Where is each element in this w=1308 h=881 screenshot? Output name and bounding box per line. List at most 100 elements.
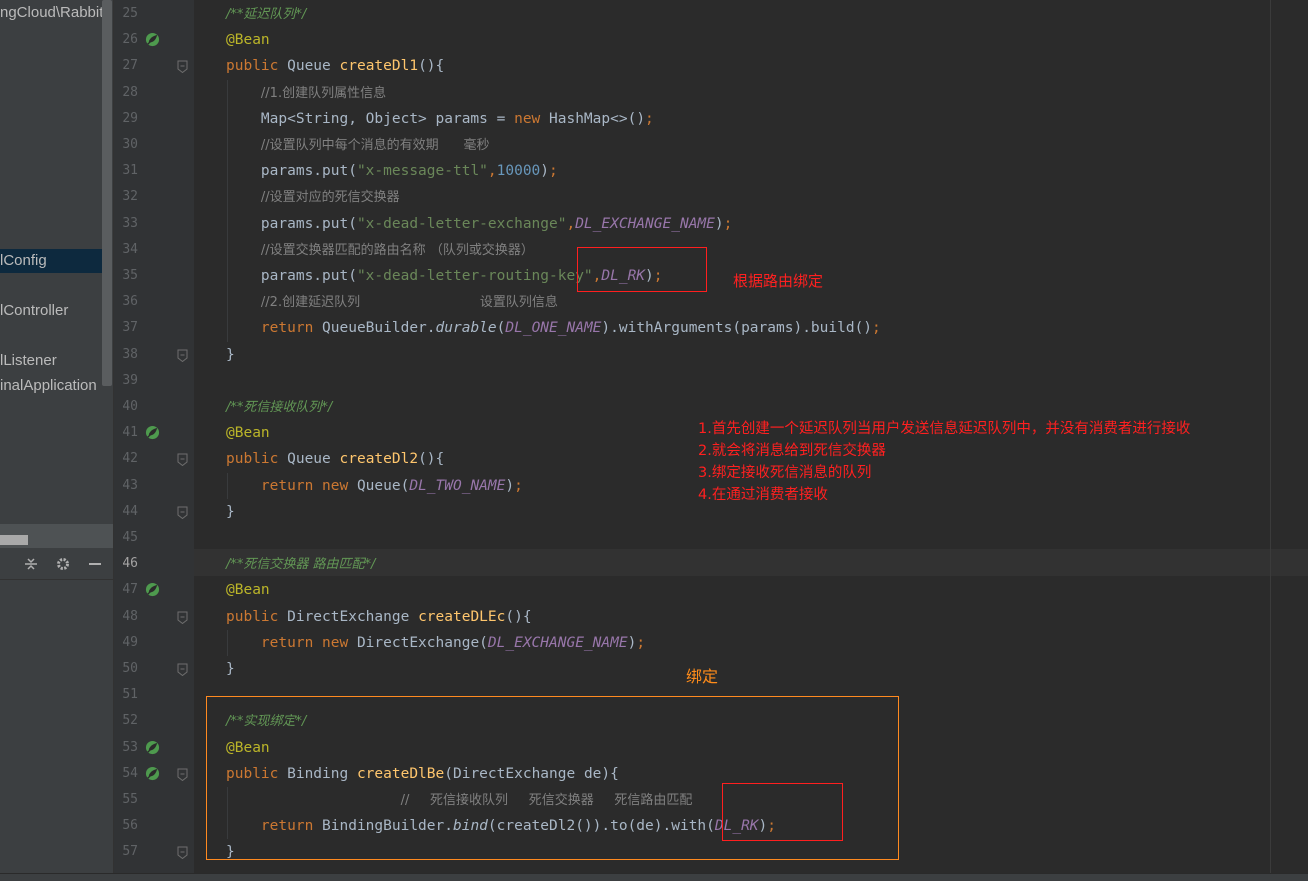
project-item-listener[interactable]: lListener (0, 349, 57, 373)
code-token: } (226, 503, 235, 520)
gutter-row[interactable]: 51 (114, 682, 194, 708)
code-line[interactable]: return new DirectExchange(DL_EXCHANGE_NA… (226, 630, 645, 656)
code-line[interactable]: //设置对应的死信交换器 (226, 184, 400, 210)
gutter-row[interactable]: 42 (114, 446, 194, 472)
gutter-row[interactable]: 45 (114, 525, 194, 551)
code-token: QueueBuilder. (322, 320, 436, 337)
gutter-row[interactable]: 56 (114, 813, 194, 839)
code-line[interactable]: //1.创建队列属性信息 (226, 80, 386, 106)
code-token: params.put( (226, 215, 357, 232)
code-line[interactable]: } (226, 656, 235, 682)
fold-marker-icon[interactable] (177, 60, 188, 74)
spring-bean-icon[interactable] (145, 740, 160, 755)
code-line[interactable]: public Queue createDl2(){ (226, 446, 444, 472)
minimize-icon[interactable] (84, 553, 106, 575)
gutter-row[interactable]: 38 (114, 342, 194, 368)
code-line[interactable]: params.put("x-dead-letter-exchange",DL_E… (226, 211, 732, 237)
code-line[interactable]: /**延迟队列*/ (226, 1, 306, 27)
gutter-row[interactable]: 50 (114, 656, 194, 682)
gutter-row[interactable]: 33 (114, 211, 194, 237)
binding-routing-key-box (722, 783, 843, 841)
code-line[interactable]: } (226, 499, 235, 525)
editor-gutter[interactable]: 25 26 27 28 29 30 31 32 33 34 35 36 37 38 39 40 41 42 43 44… (114, 0, 194, 873)
fold-marker-icon[interactable] (177, 611, 188, 624)
line-number: 31 (122, 163, 138, 179)
code-line[interactable]: //设置队列中每个消息的有效期 毫秒 (226, 132, 490, 158)
gutter-row[interactable]: 52 (114, 708, 194, 734)
code-token: params.put( (226, 163, 357, 180)
code-line[interactable]: params.put("x-message-ttl",10000); (226, 158, 558, 184)
gutter-row[interactable]: 43 (114, 473, 194, 499)
code-line[interactable]: public DirectExchange createDLEc(){ (226, 604, 532, 630)
code-line[interactable]: //2.创建延迟队列 设置队列信息 (226, 289, 558, 315)
code-line[interactable]: @Bean (226, 27, 270, 53)
code-line[interactable]: public Queue createDl1(){ (226, 53, 444, 79)
gutter-row[interactable]: 36 (114, 289, 194, 315)
line-number: 33 (122, 215, 138, 231)
code-line[interactable]: return new Queue(DL_TWO_NAME); (226, 473, 523, 499)
gutter-row[interactable]: 39 (114, 368, 194, 394)
project-horizontal-scrollbar[interactable] (0, 535, 28, 545)
gutter-row[interactable]: 35 (114, 263, 194, 289)
gutter-row[interactable]: 26 (114, 27, 194, 53)
code-token: 10000 (496, 163, 541, 180)
gutter-row[interactable]: 25 (114, 1, 194, 27)
project-item-root[interactable]: ngCloud\Rabbit (0, 1, 103, 25)
gutter-row[interactable]: 47 (114, 577, 194, 603)
gutter-row[interactable]: 32 (114, 184, 194, 210)
project-scrollbar[interactable] (102, 0, 112, 386)
code-line[interactable]: return QueueBuilder.durable(DL_ONE_NAME)… (226, 315, 881, 341)
code-line[interactable]: @Bean (226, 577, 270, 603)
fold-marker-icon[interactable] (177, 846, 188, 860)
gutter-row[interactable]: 54 (114, 761, 194, 787)
collapse-all-icon[interactable] (20, 553, 42, 575)
gutter-row[interactable]: 37 (114, 315, 194, 341)
code-line[interactable]: /**死信交换器 路由匹配*/ (226, 551, 375, 577)
gutter-row[interactable]: 30 (114, 132, 194, 158)
spring-bean-icon[interactable] (145, 32, 160, 47)
gutter-row[interactable]: 40 (114, 394, 194, 420)
spring-bean-icon[interactable] (145, 766, 160, 781)
fold-marker-icon[interactable] (177, 768, 188, 781)
code-line[interactable]: @Bean (226, 420, 270, 446)
gutter-row[interactable]: 55 (114, 787, 194, 813)
gutter-row[interactable]: 57 (114, 839, 194, 865)
line-number: 52 (122, 713, 138, 729)
line-number: 56 (122, 818, 138, 834)
spring-bean-icon[interactable] (145, 425, 160, 440)
project-item-controller[interactable]: lController (0, 299, 68, 323)
right-margin-guide (1270, 0, 1271, 873)
line-number: 47 (122, 582, 138, 598)
line-number: 29 (122, 110, 138, 126)
code-line[interactable]: Map<String, Object> params = new HashMap… (226, 106, 654, 132)
fold-marker-icon[interactable] (177, 506, 188, 519)
code-line[interactable]: } (226, 342, 235, 368)
code-line[interactable]: /**死信接收队列*/ (226, 394, 332, 420)
gutter-row[interactable]: 31 (114, 158, 194, 184)
gutter-row[interactable]: 44 (114, 499, 194, 525)
gutter-row[interactable]: 28 (114, 80, 194, 106)
gutter-row[interactable]: 53 (114, 735, 194, 761)
gear-icon[interactable] (52, 553, 74, 575)
project-panel: ngCloud\Rabbit lConfig lController lList… (0, 0, 114, 873)
fold-marker-icon[interactable] (177, 453, 188, 467)
gutter-row[interactable]: 27 (114, 53, 194, 79)
gutter-row[interactable]: 34 (114, 237, 194, 263)
bind-label: 绑定 (686, 667, 719, 686)
spring-bean-icon[interactable] (145, 582, 160, 597)
gutter-row[interactable]: 46 (114, 551, 194, 577)
gutter-row[interactable]: 41 (114, 420, 194, 446)
code-token: DirectExchange (287, 608, 419, 625)
step-3: 3.绑定接收死信消息的队列 (698, 465, 872, 481)
code-token: public (226, 451, 288, 468)
gutter-row[interactable]: 48 (114, 604, 194, 630)
gutter-row[interactable]: 49 (114, 630, 194, 656)
project-item-config[interactable]: lConfig (0, 249, 112, 273)
fold-marker-icon[interactable] (177, 349, 188, 362)
code-line[interactable]: //设置交换器匹配的路由名称 （队列或交换器） (226, 237, 534, 263)
fold-marker-icon[interactable] (177, 663, 188, 676)
gutter-row[interactable]: 29 (114, 106, 194, 132)
project-item-application[interactable]: inalApplication (0, 374, 97, 398)
code-token: createDl2 (339, 451, 419, 468)
